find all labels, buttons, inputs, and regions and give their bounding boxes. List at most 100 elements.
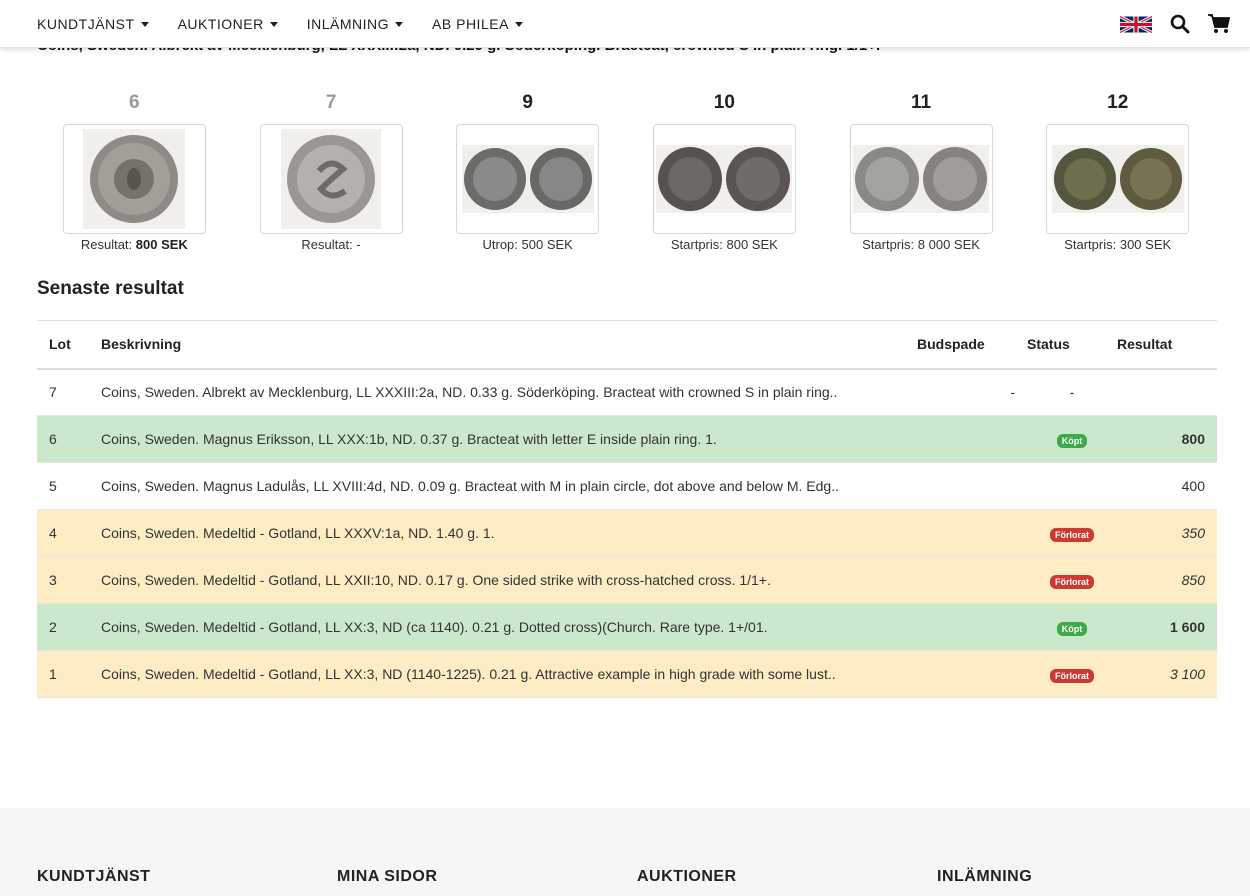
header-actions (1120, 0, 1230, 48)
table-row[interactable]: 2 Coins, Sweden. Medeltid - Gotland, LL … (37, 603, 1217, 651)
row-result: 850 (1117, 556, 1217, 604)
price-label: Resultat: (301, 237, 353, 252)
row-status: Förlorat (1027, 650, 1117, 698)
status-badge: Köpt (1056, 433, 1088, 448)
caret-down-icon (395, 21, 404, 27)
row-status (1027, 462, 1117, 510)
nav-ab-philea[interactable]: AB PHILEA (432, 16, 523, 32)
search-icon[interactable] (1170, 14, 1190, 34)
row-description[interactable]: Coins, Sweden. Medeltid - Gotland, LL XX… (101, 556, 917, 604)
row-lot: 6 (37, 415, 101, 463)
caret-down-icon (140, 21, 149, 27)
price-label: Startpris: (862, 237, 915, 252)
row-lot: 3 (37, 556, 101, 604)
row-budspade (917, 462, 1027, 510)
nav-label: INLÄMNING (306, 16, 390, 32)
lot-price: Resultat: - (301, 237, 360, 252)
row-description[interactable]: Coins, Sweden. Medeltid - Gotland, LL XX… (101, 650, 917, 698)
column-header-budspade: Budspade (917, 320, 1027, 370)
row-budspade (917, 650, 1027, 698)
coin-thumbnail[interactable] (849, 124, 993, 234)
price-value: 800 SEK (135, 237, 188, 252)
lot-card[interactable]: 12 Startpris: 300 SEK (1019, 92, 1216, 252)
row-description[interactable]: Coins, Sweden. Medeltid - Gotland, LL XX… (101, 603, 917, 651)
table-row[interactable]: 4 Coins, Sweden. Medeltid - Gotland, LL … (37, 509, 1217, 557)
price-label: Resultat: (80, 237, 133, 252)
footer: KUNDTJÄNST MINA SIDOR AUKTIONER INLÄMNIN… (0, 808, 1250, 896)
row-status: Köpt (1027, 415, 1117, 463)
lot-card[interactable]: 9 Utrop: 500 SEK (429, 92, 626, 252)
column-header-lot: Lot (37, 320, 101, 370)
footer-heading-auktioner: AUKTIONER (637, 868, 737, 885)
table-row[interactable]: 3 Coins, Sweden. Medeltid - Gotland, LL … (37, 556, 1217, 604)
nav-inlamning[interactable]: INLÄMNING (306, 16, 404, 32)
lot-price: Startpris: 8 000 SEK (862, 237, 980, 252)
table-row[interactable]: 1 Coins, Sweden. Medeltid - Gotland, LL … (37, 650, 1217, 698)
lot-card[interactable]: 7 Resultat: - (233, 92, 430, 252)
price-value: 300 SEK (1119, 237, 1172, 252)
row-budspade (917, 556, 1027, 604)
lot-price: Resultat: 800 SEK (81, 237, 188, 252)
row-lot: 2 (37, 603, 101, 651)
price-value: 500 SEK (521, 237, 573, 252)
status-badge: Förlorat (1049, 527, 1094, 542)
table-header-row: Lot Beskrivning Budspade Status Resultat (37, 320, 1217, 370)
row-budspade: - (917, 368, 1027, 416)
row-description[interactable]: Coins, Sweden. Magnus Eriksson, LL XXX:1… (101, 415, 917, 463)
lot-card[interactable]: 10 Startpris: 800 SEK (626, 92, 823, 252)
caret-down-icon (514, 21, 523, 27)
nav-kundtjanst[interactable]: KUNDTJÄNST (37, 16, 149, 32)
lot-price: Utrop: 500 SEK (483, 237, 573, 252)
top-navigation: KUNDTJÄNST AUKTIONER INLÄMNING AB PHILEA (0, 0, 1250, 48)
price-label: Startpris: (670, 237, 723, 252)
price-label: Utrop: (482, 237, 518, 252)
lot-card[interactable]: 6 Resultat: 800 SEK (36, 92, 233, 252)
results-table: Lot Beskrivning Budspade Status Resultat… (37, 320, 1217, 698)
row-lot: 1 (37, 650, 101, 698)
column-header-result: Resultat (1117, 320, 1217, 370)
table-row[interactable]: 5 Coins, Sweden. Magnus Ladulås, LL XVII… (37, 462, 1217, 510)
table-row[interactable]: 6 Coins, Sweden. Magnus Eriksson, LL XXX… (37, 415, 1217, 463)
price-value: 800 SEK (726, 237, 778, 252)
coin-thumbnail[interactable] (652, 124, 796, 234)
lot-price: Startpris: 300 SEK (1064, 237, 1171, 252)
nav-auktioner[interactable]: AUKTIONER (178, 16, 278, 32)
uk-flag-icon[interactable] (1120, 15, 1152, 33)
footer-heading-inlamning: INLÄMNING (937, 868, 1033, 885)
coin-thumbnail[interactable] (259, 124, 403, 234)
bracteat-coin-icon (83, 129, 186, 229)
row-description[interactable]: Coins, Sweden. Albrekt av Mecklenburg, L… (101, 368, 917, 416)
row-lot: 5 (37, 462, 101, 510)
price-label: Startpris: (1064, 237, 1117, 252)
cart-icon[interactable] (1208, 14, 1230, 34)
lot-number: 10 (713, 92, 735, 113)
row-description[interactable]: Coins, Sweden. Magnus Ladulås, LL XVIII:… (101, 462, 917, 510)
main-menu: KUNDTJÄNST AUKTIONER INLÄMNING AB PHILEA (37, 0, 523, 48)
coin-thumbnail[interactable] (456, 124, 600, 234)
coin-pair-icon (656, 145, 793, 213)
row-status: Förlorat (1027, 509, 1117, 557)
lot-number: 7 (325, 92, 337, 113)
table-row[interactable]: 7 Coins, Sweden. Albrekt av Mecklenburg,… (37, 368, 1217, 416)
price-value: 8 000 SEK (917, 237, 980, 252)
nav-label: KUNDTJÄNST (37, 16, 135, 32)
row-budspade (917, 415, 1027, 463)
row-description[interactable]: Coins, Sweden. Medeltid - Gotland, LL XX… (101, 509, 917, 557)
row-status: Köpt (1027, 603, 1117, 651)
section-title: Senaste resultat (37, 278, 184, 299)
row-budspade (917, 509, 1027, 557)
lot-number: 11 (910, 92, 932, 113)
lot-card[interactable]: 11 Startpris: 8 000 SEK (823, 92, 1020, 252)
lot-number: 12 (1107, 92, 1129, 113)
lot-number: 6 (129, 92, 140, 113)
lot-number: 9 (522, 92, 533, 113)
row-result: 1 600 (1117, 603, 1217, 651)
status-badge: Förlorat (1049, 574, 1094, 589)
row-result: 350 (1117, 509, 1217, 557)
column-header-status: Status (1027, 320, 1117, 370)
coin-thumbnail[interactable] (62, 124, 206, 234)
coin-thumbnail[interactable] (1046, 124, 1190, 234)
row-status: Förlorat (1027, 556, 1117, 604)
bracteat-coin-icon (281, 129, 381, 229)
row-budspade (917, 603, 1027, 651)
